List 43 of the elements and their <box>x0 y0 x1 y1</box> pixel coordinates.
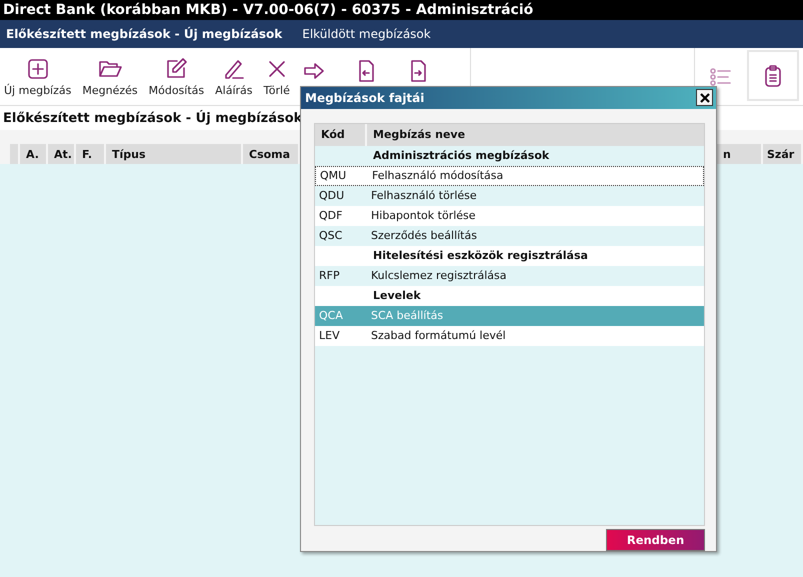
column-header: Megbízás neve <box>372 127 466 144</box>
name-cell-text: SCA beállítás <box>370 309 444 322</box>
toolbar-button[interactable]: Törlé <box>262 48 292 105</box>
nav-tab[interactable]: Elküldött megbízások <box>302 27 431 41</box>
name-cell-text: Felhasználó törlése <box>370 189 478 202</box>
toolbar-button[interactable]: Aláírás <box>213 48 255 105</box>
name-cell-text: Kulcslemez regisztrálása <box>370 269 508 282</box>
name-cell-text: Szabad formátumú levél <box>370 329 507 342</box>
view-button[interactable] <box>747 50 799 101</box>
plus-icon <box>26 56 50 80</box>
code-cell-text: RFP <box>318 269 341 282</box>
column-header[interactable]: Típus <box>106 144 243 164</box>
code-cell-text: QDU <box>318 189 346 202</box>
name-cell-text: Szerződés beállítás <box>370 229 478 242</box>
toolbar-button[interactable]: Módosítás <box>146 48 206 105</box>
window-title: Direct Bank (korábban MKB) - V7.00-06(7) - 60375 - Adminisztráció <box>0 0 803 20</box>
column-header[interactable]: n <box>717 144 763 164</box>
name-cell-text: Hibapontok törlése <box>370 209 477 222</box>
name-cell-text: Felhasználó módosítása <box>371 169 504 182</box>
list-row[interactable]: QDF Hibapontok törlése <box>315 206 704 226</box>
toolbar-button[interactable]: Új megbízás <box>2 48 74 105</box>
column-header[interactable]: F. <box>76 144 106 164</box>
ok-button[interactable]: Rendben <box>606 529 705 551</box>
toolbar-button[interactable]: Megnézés <box>80 48 140 105</box>
nav-tab[interactable]: Előkészített megbízások - Új megbízások <box>6 27 282 41</box>
column-header[interactable]: A. <box>20 144 48 164</box>
close-icon <box>700 92 710 103</box>
column-header[interactable]: Szár <box>763 144 803 164</box>
group-heading: Hitelesítési eszközök regisztrálása <box>372 249 588 262</box>
dialog-title: Megbízások fajtái <box>305 90 424 105</box>
group-heading: Adminisztrációs megbízások <box>372 149 550 162</box>
column-header[interactable]: At. <box>48 144 76 164</box>
column-header[interactable]: Csoma <box>243 144 300 164</box>
group-heading: Levelek <box>372 289 421 302</box>
code-cell-text: QDF <box>318 209 344 222</box>
code-cell-text: QMU <box>319 169 348 182</box>
code-cell-text: QSC <box>318 229 344 242</box>
edit-icon <box>164 56 188 80</box>
code-cell-text: QCA <box>318 309 344 322</box>
close-button[interactable] <box>696 89 713 106</box>
list-row[interactable]: LEV Szabad formátumú levél <box>315 326 704 346</box>
code-cell-text: LEV <box>318 329 341 342</box>
list-row[interactable]: QMU Felhasználó módosítása <box>315 166 704 186</box>
